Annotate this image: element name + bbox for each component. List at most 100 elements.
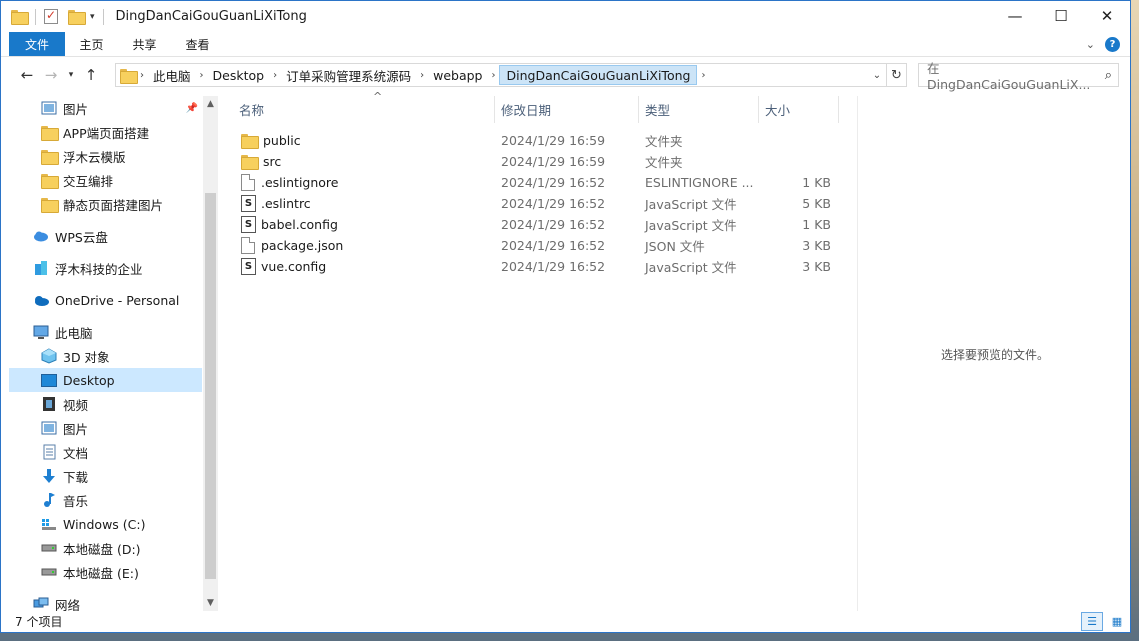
- recent-locations-icon[interactable]: ▾: [63, 63, 79, 87]
- nav-item-videos[interactable]: 视频: [9, 392, 202, 416]
- help-icon[interactable]: ?: [1105, 36, 1120, 52]
- column-header-size[interactable]: 大小: [759, 96, 839, 123]
- preview-pane: 选择要预览的文件。: [857, 96, 1130, 611]
- pictures-icon: [41, 100, 57, 116]
- nav-item-documents[interactable]: 文档: [9, 440, 202, 464]
- search-icon[interactable]: ⌕: [1105, 68, 1112, 83]
- tab-file[interactable]: 文件: [9, 32, 65, 56]
- nav-item-static-pages[interactable]: 静态页面搭建图片: [9, 192, 202, 216]
- file-row[interactable]: src 2024/1/29 16:59 文件夹: [239, 151, 839, 172]
- expand-ribbon-icon[interactable]: ⌄: [1086, 38, 1095, 51]
- folder-icon: [241, 155, 259, 170]
- file-name-cell: S .eslintrc: [241, 193, 311, 214]
- nav-item-onedrive[interactable]: OneDrive - Personal: [9, 288, 202, 312]
- nav-item-network[interactable]: 网络: [9, 592, 202, 611]
- scrollbar-thumb[interactable]: [205, 193, 216, 579]
- file-date: 2024/1/29 16:59: [501, 154, 606, 169]
- pin-icon[interactable]: 📌: [186, 103, 198, 114]
- file-type: JavaScript 文件: [645, 260, 737, 275]
- file-name-cell: S babel.config: [241, 214, 338, 235]
- properties-icon[interactable]: [44, 8, 58, 24]
- breadcrumb-current[interactable]: DingDanCaiGouGuanLiXiTong: [499, 65, 698, 85]
- chevron-right-icon[interactable]: ›: [697, 70, 709, 81]
- refresh-icon[interactable]: ↻: [886, 64, 906, 86]
- address-bar[interactable]: › 此电脑 › Desktop › 订单采购管理系统源码 › webapp › …: [115, 63, 907, 87]
- breadcrumb-this-pc[interactable]: 此电脑: [148, 64, 196, 86]
- search-input[interactable]: 在 DingDanCaiGouGuanLiX... ⌕: [918, 61, 1119, 92]
- nav-item-label: 图片: [63, 421, 89, 437]
- nav-item-label: APP端页面搭建: [63, 125, 150, 141]
- column-header-type[interactable]: 类型: [639, 96, 759, 123]
- nav-item-pictures-quick[interactable]: 图片 📌: [9, 96, 202, 120]
- nav-item-pictures[interactable]: 图片: [9, 416, 202, 440]
- close-button[interactable]: ✕: [1084, 1, 1130, 31]
- forward-button[interactable]: →: [39, 63, 63, 87]
- address-actions: ⌄ ↻: [868, 64, 906, 86]
- js-file-icon: S: [241, 195, 256, 212]
- nav-item-label: 交互编排: [63, 173, 114, 189]
- chevron-right-icon[interactable]: ›: [416, 70, 428, 81]
- folder-icon: [120, 68, 138, 84]
- breadcrumb-source-folder[interactable]: 订单采购管理系统源码: [281, 64, 416, 86]
- nav-item-enterprise[interactable]: 浮木科技的企业: [9, 256, 202, 280]
- nav-item-label: 视频: [63, 397, 89, 413]
- breadcrumb-webapp[interactable]: webapp: [428, 64, 487, 86]
- nav-item-this-pc[interactable]: 此电脑: [9, 320, 202, 344]
- scroll-down-icon[interactable]: ▼: [203, 595, 218, 611]
- nav-item-3d-objects[interactable]: 3D 对象: [9, 344, 202, 368]
- address-history-dropdown[interactable]: ⌄: [868, 70, 886, 81]
- file-row[interactable]: public 2024/1/29 16:59 文件夹: [239, 130, 839, 151]
- details-view-icon[interactable]: ☰: [1081, 612, 1103, 631]
- chevron-right-icon[interactable]: ›: [269, 70, 281, 81]
- file-row[interactable]: S .eslintrc 2024/1/29 16:52 JavaScript 文…: [239, 193, 839, 214]
- column-header-date[interactable]: 修改日期: [495, 96, 639, 123]
- nav-item-desktop[interactable]: Desktop: [9, 368, 202, 392]
- nav-pane-scrollbar[interactable]: ▲ ▼: [203, 96, 218, 611]
- computer-icon: [33, 324, 49, 340]
- file-row[interactable]: package.json 2024/1/29 16:52 JSON 文件 3 K…: [239, 235, 839, 256]
- up-button[interactable]: ↑: [79, 63, 103, 87]
- file-type: 文件夹: [645, 134, 683, 149]
- scroll-up-icon[interactable]: ▲: [203, 96, 218, 112]
- file-row[interactable]: S babel.config 2024/1/29 16:52 JavaScrip…: [239, 214, 839, 235]
- file-name-cell: public: [241, 130, 301, 151]
- nav-item-fumu-template[interactable]: 浮木云模版: [9, 144, 202, 168]
- column-header-name[interactable]: 名称 ^: [233, 90, 495, 123]
- customize-toolbar-icon[interactable]: ▾: [90, 12, 95, 22]
- chevron-right-icon[interactable]: ›: [487, 70, 499, 81]
- nav-item-music[interactable]: 音乐: [9, 488, 202, 512]
- file-row[interactable]: .eslintignore 2024/1/29 16:52 ESLINTIGNO…: [239, 172, 839, 193]
- network-icon: [33, 596, 49, 611]
- back-button[interactable]: ←: [15, 63, 39, 87]
- file-explorer-window: ▾ DingDanCaiGouGuanLiXiTong — ☐ ✕ 文件 主页 …: [0, 0, 1131, 633]
- column-label: 名称: [239, 103, 265, 118]
- file-date: 2024/1/29 16:52: [501, 238, 606, 253]
- tab-share[interactable]: 共享: [118, 32, 171, 56]
- maximize-button[interactable]: ☐: [1038, 1, 1084, 31]
- large-icons-view-icon[interactable]: ▦: [1106, 612, 1128, 631]
- file-size: [771, 151, 831, 172]
- breadcrumb-desktop[interactable]: Desktop: [208, 64, 270, 86]
- minimize-button[interactable]: —: [992, 1, 1038, 31]
- tab-home[interactable]: 主页: [65, 32, 118, 56]
- nav-item-drive-d[interactable]: 本地磁盘 (D:): [9, 536, 202, 560]
- music-icon: [41, 492, 57, 508]
- nav-item-app-pages[interactable]: APP端页面搭建: [9, 120, 202, 144]
- nav-item-drive-e[interactable]: 本地磁盘 (E:): [9, 560, 202, 584]
- tab-view[interactable]: 查看: [171, 32, 224, 56]
- file-row[interactable]: S vue.config 2024/1/29 16:52 JavaScript …: [239, 256, 839, 277]
- nav-item-wps-cloud[interactable]: WPS云盘: [9, 224, 202, 248]
- new-folder-icon[interactable]: [68, 10, 86, 25]
- nav-item-label: OneDrive - Personal: [55, 292, 180, 308]
- chevron-right-icon[interactable]: ›: [196, 70, 208, 81]
- nav-item-drive-c[interactable]: Windows (C:): [9, 512, 202, 536]
- nav-item-label: 本地磁盘 (E:): [63, 565, 139, 581]
- nav-item-interaction[interactable]: 交互编排: [9, 168, 202, 192]
- file-name: .eslintrc: [261, 196, 311, 211]
- divider: [102, 8, 104, 25]
- nav-item-label: 浮木云模版: [63, 149, 126, 165]
- nav-item-label: Desktop: [63, 372, 115, 388]
- nav-item-downloads[interactable]: 下载: [9, 464, 202, 488]
- file-name: src: [263, 154, 282, 169]
- nav-item-label: 3D 对象: [63, 349, 110, 365]
